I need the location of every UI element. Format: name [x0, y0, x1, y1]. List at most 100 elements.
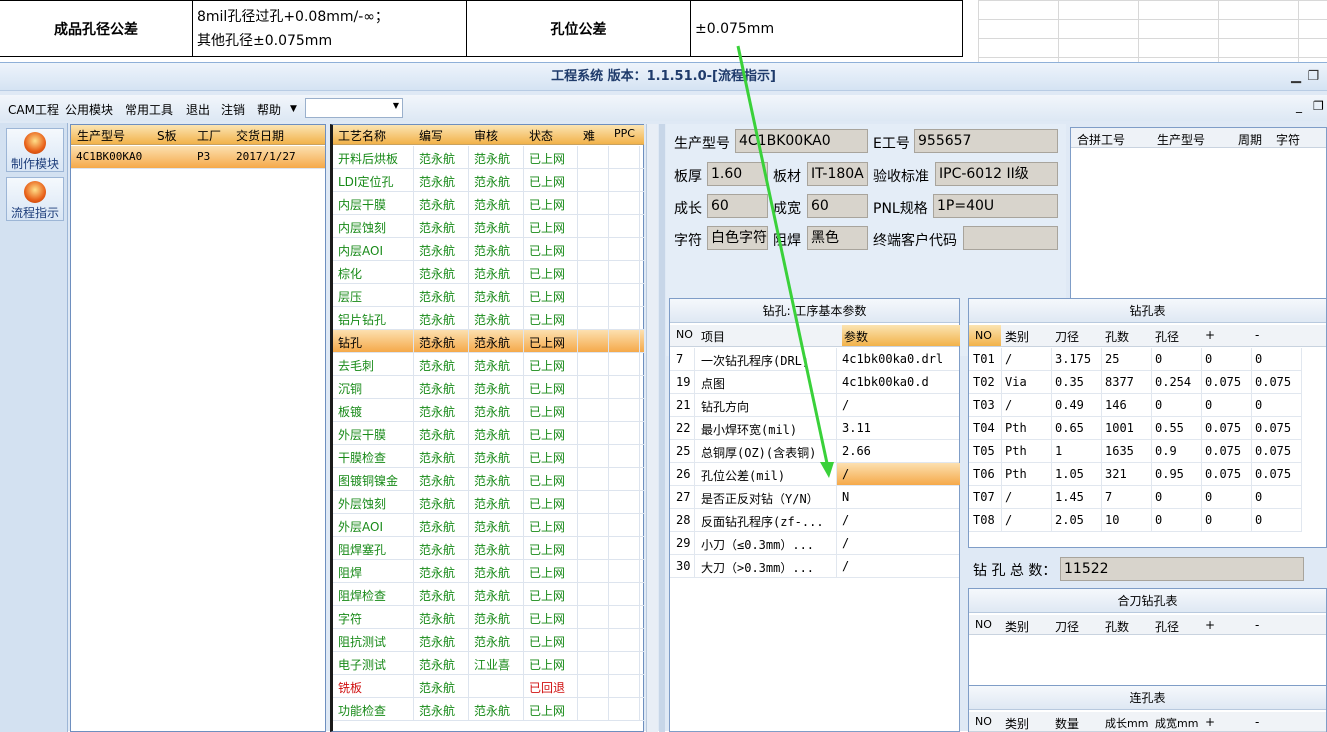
- drill-param-row[interactable]: 29 小刀（≤0.3mm）... /: [670, 532, 959, 555]
- col-reviewer[interactable]: 审核: [474, 127, 498, 144]
- col-dt-plus[interactable]: +: [1205, 328, 1215, 342]
- col-status[interactable]: 状态: [529, 127, 553, 144]
- col-cd-no[interactable]: NO: [975, 618, 992, 631]
- process-row[interactable]: 铝片钻孔 范永航 范永航 已上网: [333, 307, 644, 330]
- process-row[interactable]: 层压 范永航 范永航 已上网: [333, 284, 644, 307]
- process-row[interactable]: 阻焊检查 范永航 范永航 已上网: [333, 583, 644, 606]
- pnl-field[interactable]: 1P=40U: [933, 194, 1058, 218]
- col-cd-diameter[interactable]: 孔径: [1155, 618, 1179, 635]
- drill-param-row[interactable]: 28 反面钻孔程序(zf-... /: [670, 509, 959, 532]
- menu-cam[interactable]: CAM工程: [8, 101, 59, 118]
- menu-dropdown-icon[interactable]: ▼: [290, 104, 297, 114]
- col-cd-type[interactable]: 类别: [1005, 618, 1029, 635]
- drill-table-row[interactable]: T02 Via 0.35 8377 0.254 0.075 0.075: [969, 371, 1302, 394]
- drill-table-row[interactable]: T05 Pth 1 1635 0.9 0.075 0.075: [969, 440, 1302, 463]
- col-difficulty[interactable]: 难: [583, 127, 595, 144]
- e-number-field[interactable]: 955657: [914, 129, 1058, 153]
- material-field[interactable]: IT-180A: [807, 162, 868, 186]
- col-st-no[interactable]: NO: [975, 715, 992, 728]
- menu-combo-box[interactable]: ▼: [305, 98, 403, 118]
- process-row[interactable]: 阻焊塞孔 范永航 范永航 已上网: [333, 537, 644, 560]
- process-row[interactable]: 板镀 范永航 范永航 已上网: [333, 399, 644, 422]
- customer-code-field[interactable]: [963, 226, 1058, 250]
- process-row[interactable]: 铣板 范永航 已回退: [333, 675, 644, 698]
- process-row[interactable]: 内层AOI 范永航 范永航 已上网: [333, 238, 644, 261]
- col-cd-plus[interactable]: +: [1205, 618, 1215, 632]
- drill-param-row[interactable]: 30 大刀（>0.3mm）... /: [670, 555, 959, 578]
- drill-param-row[interactable]: 22 最小焊环宽(mil) 3.11: [670, 417, 959, 440]
- drill-table-row[interactable]: T04 Pth 0.65 1001 0.55 0.075 0.075: [969, 417, 1302, 440]
- model-field[interactable]: 4C1BK00KA0: [735, 129, 868, 153]
- col-dt-count[interactable]: 孔数: [1105, 328, 1129, 345]
- minimize-icon[interactable]: ▁: [1291, 63, 1301, 91]
- col-st-width[interactable]: 成宽mm: [1155, 715, 1198, 731]
- flow-guide-button[interactable]: 流程指示: [6, 177, 64, 221]
- process-row[interactable]: 字符 范永航 范永航 已上网: [333, 606, 644, 629]
- process-row[interactable]: 图镀铜镍金 范永航 范永航 已上网: [333, 468, 644, 491]
- combo-chevron-down-icon[interactable]: ▼: [393, 101, 399, 110]
- col-st-length[interactable]: 成长mm: [1105, 715, 1148, 731]
- process-row[interactable]: 钻孔 范永航 范永航 已上网: [333, 330, 644, 353]
- col-cd-count[interactable]: 孔数: [1105, 618, 1129, 635]
- process-scrollbar[interactable]: [646, 124, 658, 732]
- splitter[interactable]: [659, 124, 665, 732]
- mdi-minimize-icon[interactable]: _: [1296, 99, 1302, 113]
- process-row[interactable]: 内层干膜 范永航 范永航 已上网: [333, 192, 644, 215]
- process-row[interactable]: 去毛刺 范永航 范永航 已上网: [333, 353, 644, 376]
- menu-exit[interactable]: 退出: [186, 101, 210, 118]
- menu-common[interactable]: 公用模块: [65, 101, 113, 118]
- process-row[interactable]: 内层蚀刻 范永航 范永航 已上网: [333, 215, 644, 238]
- drill-param-row[interactable]: 26 孔位公差(mil) /: [670, 463, 960, 486]
- process-row[interactable]: 干膜检查 范永航 范永航 已上网: [333, 445, 644, 468]
- process-row[interactable]: 开料后烘板 范永航 范永航 已上网: [333, 146, 644, 169]
- col-st-qty[interactable]: 数量: [1055, 715, 1079, 732]
- menu-logout[interactable]: 注销: [221, 101, 245, 118]
- drill-table-row[interactable]: T07 / 1.45 7 0 0 0: [969, 486, 1302, 509]
- drill-param-row[interactable]: 25 总铜厚(OZ)(含表铜) 2.66: [670, 440, 959, 463]
- menu-tools[interactable]: 常用工具: [125, 101, 173, 118]
- total-holes-field[interactable]: 11522: [1060, 557, 1304, 581]
- process-row[interactable]: 功能检查 范永航 范永航 已上网: [333, 698, 644, 721]
- col-cd-minus[interactable]: -: [1255, 618, 1259, 632]
- drill-param-row[interactable]: 21 钻孔方向 /: [670, 394, 959, 417]
- col-combine-model[interactable]: 生产型号: [1157, 131, 1205, 148]
- col-writer[interactable]: 编写: [419, 127, 443, 144]
- drill-param-row[interactable]: 19 点图 4c1bk00ka0.d: [670, 371, 959, 394]
- character-field[interactable]: 白色字符: [707, 226, 768, 250]
- col-st-type[interactable]: 类别: [1005, 715, 1029, 732]
- col-s-board[interactable]: S板: [157, 127, 177, 144]
- process-row[interactable]: 阻抗测试 范永航 范永航 已上网: [333, 629, 644, 652]
- process-row[interactable]: 棕化 范永航 范永航 已上网: [333, 261, 644, 284]
- col-factory[interactable]: 工厂: [197, 127, 221, 144]
- process-row[interactable]: 阻焊 范永航 范永航 已上网: [333, 560, 644, 583]
- col-dp-item[interactable]: 项目: [701, 328, 725, 345]
- col-combine-no[interactable]: 合拼工号: [1077, 131, 1125, 148]
- col-st-minus[interactable]: -: [1255, 715, 1259, 729]
- col-dt-diameter[interactable]: 孔径: [1155, 328, 1179, 345]
- process-row[interactable]: 电子测试 范永航 江业喜 已上网: [333, 652, 644, 675]
- process-row[interactable]: 外层AOI 范永航 范永航 已上网: [333, 514, 644, 537]
- restore-icon[interactable]: ❐: [1307, 63, 1319, 91]
- width-field[interactable]: 60: [807, 194, 868, 218]
- process-row[interactable]: LDI定位孔 范永航 范永航 已上网: [333, 169, 644, 192]
- col-combine-cycle[interactable]: 周期: [1238, 131, 1262, 148]
- col-dp-no[interactable]: NO: [676, 328, 693, 341]
- menu-help[interactable]: 帮助: [257, 101, 281, 118]
- col-combine-char[interactable]: 字符: [1276, 131, 1300, 148]
- col-model[interactable]: 生产型号: [77, 127, 125, 144]
- drill-table-row[interactable]: T08 / 2.05 10 0 0 0: [969, 509, 1302, 532]
- make-module-button[interactable]: 制作模块: [6, 128, 64, 172]
- col-st-plus[interactable]: +: [1205, 715, 1215, 729]
- process-row[interactable]: 外层蚀刻 范永航 范永航 已上网: [333, 491, 644, 514]
- product-row[interactable]: 4C1BK00KA0 P3 2017/1/27: [71, 146, 325, 169]
- process-row[interactable]: 沉铜 范永航 范永航 已上网: [333, 376, 644, 399]
- drill-param-row[interactable]: 27 是否正反对钻（Y/N） N: [670, 486, 959, 509]
- solder-mask-field[interactable]: 黑色: [807, 226, 868, 250]
- col-ppc[interactable]: PPC: [614, 127, 635, 140]
- col-cd-tool[interactable]: 刀径: [1055, 618, 1079, 635]
- drill-table-row[interactable]: T01 / 3.175 25 0 0 0: [969, 348, 1302, 371]
- drill-table-row[interactable]: T06 Pth 1.05 321 0.95 0.075 0.075: [969, 463, 1302, 486]
- col-dt-type[interactable]: 类别: [1005, 328, 1029, 345]
- col-dt-minus[interactable]: -: [1255, 328, 1259, 342]
- process-row[interactable]: 外层干膜 范永航 范永航 已上网: [333, 422, 644, 445]
